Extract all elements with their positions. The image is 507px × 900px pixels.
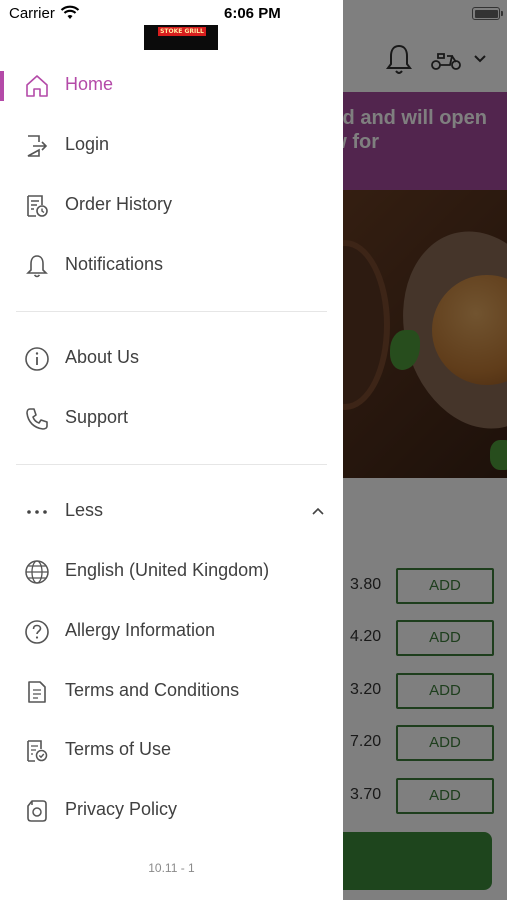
menu-label: Notifications xyxy=(65,254,164,274)
menu-label: English (United Kingdom) xyxy=(65,560,270,580)
document-icon xyxy=(28,681,46,703)
menu-item-home[interactable]: Home xyxy=(0,58,343,112)
menu-label: Terms of Use xyxy=(65,739,172,759)
menu-item-login[interactable]: Login xyxy=(0,118,343,172)
wifi-icon xyxy=(60,5,80,19)
menu-item-language[interactable]: English (United Kingdom) xyxy=(0,544,343,598)
menu-divider xyxy=(16,464,327,465)
menu-item-terms-and-conditions[interactable]: Terms and Conditions xyxy=(0,664,343,718)
menu-item-notifications[interactable]: Notifications xyxy=(0,238,343,292)
chevron-up-icon xyxy=(312,507,324,515)
menu-item-privacy-policy[interactable]: Privacy Policy xyxy=(0,783,343,837)
menu-label: About Us xyxy=(65,347,140,367)
menu-item-support[interactable]: Support xyxy=(0,391,343,445)
menu-label: Support xyxy=(65,407,129,427)
clock: 6:06 PM xyxy=(224,5,281,22)
menu-divider xyxy=(16,311,327,312)
question-icon xyxy=(25,620,49,644)
more-dots-icon xyxy=(27,510,47,514)
menu-item-less-toggle[interactable]: Less xyxy=(0,484,343,538)
menu-item-about-us[interactable]: About Us xyxy=(0,331,343,385)
menu-label: Less xyxy=(65,500,104,520)
menu-label: Login xyxy=(65,134,110,154)
restaurant-logo: STOKE GRILL xyxy=(144,25,218,50)
phone-icon xyxy=(26,408,48,430)
menu-item-order-history[interactable]: Order History xyxy=(0,178,343,232)
status-bar: Carrier 6:06 PM xyxy=(0,0,507,28)
menu-label: Order History xyxy=(65,194,173,214)
menu-label: Allergy Information xyxy=(65,620,216,640)
document-check-icon xyxy=(27,740,48,762)
privacy-icon xyxy=(27,800,47,822)
globe-icon xyxy=(25,560,49,584)
bell-icon xyxy=(26,255,48,278)
menu-item-allergy-information[interactable]: Allergy Information xyxy=(0,604,343,658)
menu-label: Privacy Policy xyxy=(65,799,178,819)
battery-icon xyxy=(472,7,503,20)
navigation-drawer: STOKE GRILL Home Login Order History Not… xyxy=(0,0,343,900)
order-history-icon xyxy=(27,195,48,217)
menu-item-terms-of-use[interactable]: Terms of Use xyxy=(0,723,343,777)
carrier-label: Carrier xyxy=(9,5,55,22)
home-icon xyxy=(26,75,48,97)
menu-label: Terms and Conditions xyxy=(65,680,240,700)
login-icon xyxy=(27,135,48,157)
app-version: 10.11 - 1 xyxy=(148,861,195,875)
info-icon xyxy=(25,347,49,371)
menu-label: Home xyxy=(65,74,114,94)
